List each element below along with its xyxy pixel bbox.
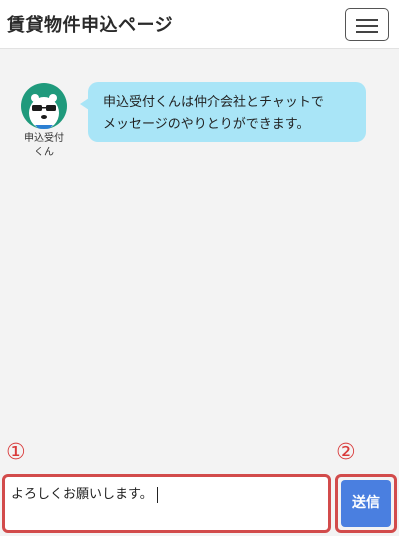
agent-name: 申込受付 くん: [18, 132, 70, 160]
hamburger-menu-icon: [356, 25, 378, 27]
composer: よろしくお願いします。 送信: [0, 470, 399, 536]
app-header: 賃貸物件申込ページ: [0, 0, 399, 49]
message-input-text-wrap: よろしくお願いします。: [11, 483, 158, 503]
page-title: 賃貸物件申込ページ: [7, 15, 174, 36]
message-input[interactable]: よろしくお願いします。: [2, 474, 331, 533]
agent-name-line1: 申込受付: [24, 133, 64, 144]
hamburger-menu-icon: [356, 19, 378, 21]
send-marker: ②: [336, 440, 356, 465]
agent-avatar-group: 申込受付 くん: [18, 83, 70, 160]
input-marker: ①: [6, 440, 26, 465]
agent-name-line2: くん: [34, 147, 54, 158]
message-input-value: よろしくお願いします。: [11, 487, 153, 502]
message-bubble: 申込受付くんは仲介会社とチャットで メッセージのやりとりができます。: [80, 82, 366, 142]
avatar: [21, 83, 67, 129]
send-button-frame: 送信: [335, 474, 397, 533]
message-text-line2: メッセージのやりとりができます。: [103, 117, 310, 132]
message-text-line1: 申込受付くんは仲介会社とチャットで: [103, 95, 324, 110]
send-button[interactable]: 送信: [341, 480, 391, 527]
chat-area: 申込受付 くん 申込受付くんは仲介会社とチャットで メッセージのやりとりができま…: [0, 49, 399, 469]
bear-with-glasses-icon: [29, 94, 59, 129]
hamburger-menu-button[interactable]: [345, 8, 389, 41]
hamburger-menu-icon: [356, 31, 378, 33]
text-caret: [156, 486, 158, 503]
